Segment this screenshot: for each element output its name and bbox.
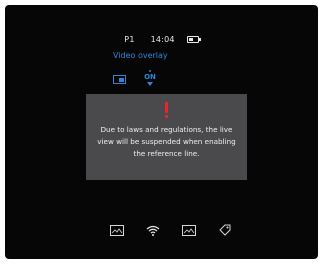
- profile-label: P1: [124, 34, 135, 44]
- clock-time: 14:04: [150, 34, 175, 44]
- bottom-toolbar: [109, 221, 233, 239]
- overlay-controls: ON: [113, 70, 156, 89]
- warning-icon: [164, 102, 169, 118]
- image-frame-icon[interactable]: [109, 222, 125, 238]
- image-frame-icon[interactable]: [181, 222, 197, 238]
- battery-icon: [186, 35, 201, 43]
- on-indicator-dot: [149, 70, 151, 72]
- wifi-icon[interactable]: [145, 222, 161, 238]
- warning-message: Due to laws and regulations, the live vi…: [97, 125, 236, 158]
- tag-icon[interactable]: [217, 222, 233, 238]
- battery-fill: [188, 37, 194, 41]
- warning-dialog: Due to laws and regulations, the live vi…: [86, 94, 247, 180]
- camera-screen: P1 14:04 Video overlay ON Due to laws an…: [5, 5, 318, 259]
- on-label: ON: [144, 73, 156, 81]
- status-bar: P1 14:04: [5, 32, 318, 46]
- on-toggle-icon[interactable]: ON: [144, 70, 156, 87]
- chevron-down-icon: [147, 82, 153, 86]
- video-overlay-title: Video overlay: [113, 51, 168, 60]
- monitor-icon[interactable]: [113, 75, 126, 85]
